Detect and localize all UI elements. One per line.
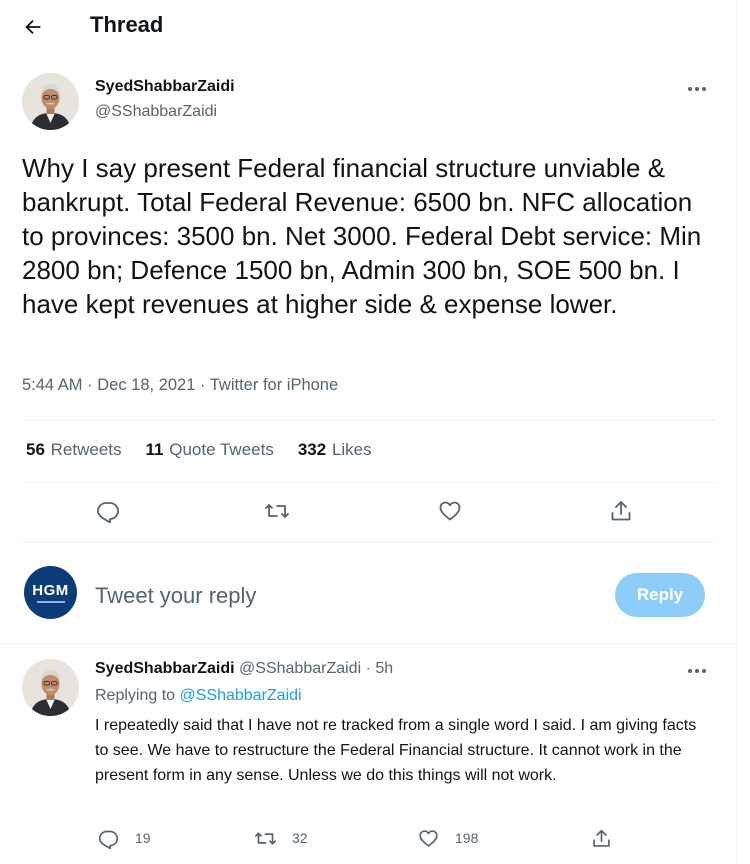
retweets-label: Retweets: [50, 440, 122, 459]
reply-dot-separator: ·: [365, 660, 371, 677]
retweet-icon: [252, 825, 278, 851]
tweet-text: Why I say present Federal financial stru…: [22, 153, 702, 319]
replying-to-handle[interactable]: @SShabbarZaidi: [180, 687, 302, 704]
reply-text: I repeatedly said that I have not re tra…: [95, 717, 697, 784]
meta-separator: ·: [199, 376, 210, 394]
divider: [22, 420, 716, 421]
share-icon: [588, 825, 614, 851]
more-dots-icon: [687, 668, 707, 674]
page-title: Thread: [90, 12, 164, 37]
reply-like-button[interactable]: 198: [415, 825, 478, 851]
retweet-count: 32: [292, 830, 308, 846]
reply-icon: [95, 825, 121, 851]
retweets-stat[interactable]: 56 Retweets: [26, 440, 122, 464]
reply-header: SyedShabbarZaidi @SShabbarZaidi · 5h: [95, 660, 393, 678]
likes-stat[interactable]: 332 Likes: [298, 440, 372, 464]
more-dots-icon: [687, 86, 707, 92]
tweet-meta: 5:44 AM · Dec 18, 2021 · Twitter for iPh…: [22, 376, 338, 395]
reply-count: 19: [135, 830, 151, 846]
reply-author-avatar[interactable]: [22, 659, 79, 716]
likes-count: 332: [297, 440, 327, 459]
replying-to-label: Replying to: [95, 687, 176, 704]
share-icon: [608, 498, 634, 524]
avatar-logo-bar: [36, 600, 65, 603]
retweet-action-button[interactable]: [264, 498, 290, 524]
like-icon: [415, 825, 441, 851]
tweet-stats: 56 Retweets 11 Quote Tweets 332 Likes: [26, 440, 396, 464]
reply-share-button[interactable]: [588, 825, 614, 851]
reply-action-button[interactable]: [95, 498, 121, 524]
replying-to: Replying to @SShabbarZaidi: [95, 687, 302, 705]
reply-button[interactable]: Reply: [615, 573, 705, 617]
reply-reply-button[interactable]: 19: [95, 825, 151, 851]
quote-tweets-stat[interactable]: 11 Quote Tweets: [146, 440, 274, 464]
quote-tweets-count: 11: [145, 440, 164, 459]
like-action-button[interactable]: [437, 498, 463, 524]
retweets-count: 56: [26, 440, 45, 459]
reply-more-options-button[interactable]: [682, 661, 712, 681]
thread-page: Thread SyedShabbarZaidi @SShabbarZaidi W…: [0, 0, 738, 864]
reply-retweet-button[interactable]: 32: [252, 825, 308, 851]
tweet-date[interactable]: Dec 18, 2021: [97, 376, 195, 394]
current-user-avatar[interactable]: HGM: [24, 566, 77, 619]
like-icon: [437, 498, 463, 524]
reply-input[interactable]: [95, 579, 585, 613]
meta-separator: ·: [87, 376, 98, 394]
divider: [22, 542, 716, 543]
share-action-button[interactable]: [608, 498, 634, 524]
quote-tweets-label: Quote Tweets: [169, 440, 274, 459]
retweet-icon: [264, 498, 290, 524]
reply-icon: [95, 498, 121, 524]
tweet-time[interactable]: 5:44 AM: [22, 376, 83, 394]
like-count: 198: [455, 830, 479, 846]
author-handle[interactable]: @SShabbarZaidi: [95, 103, 217, 121]
reply-time[interactable]: 5h: [375, 660, 393, 677]
reply-author-handle[interactable]: @SShabbarZaidi: [239, 660, 361, 677]
thread-header: Thread: [0, 0, 738, 53]
tweet-source[interactable]: Twitter for iPhone: [210, 376, 338, 394]
likes-label: Likes: [331, 440, 372, 459]
more-options-button[interactable]: [682, 79, 712, 99]
divider: [0, 643, 738, 644]
back-button[interactable]: [16, 10, 50, 44]
divider: [22, 482, 716, 483]
reply-author-name[interactable]: SyedShabbarZaidi: [95, 660, 235, 677]
author-name[interactable]: SyedShabbarZaidi: [95, 78, 235, 96]
author-avatar[interactable]: [22, 73, 79, 130]
arrow-left-icon: [22, 16, 44, 38]
avatar-logo-text: HGM: [32, 581, 69, 599]
